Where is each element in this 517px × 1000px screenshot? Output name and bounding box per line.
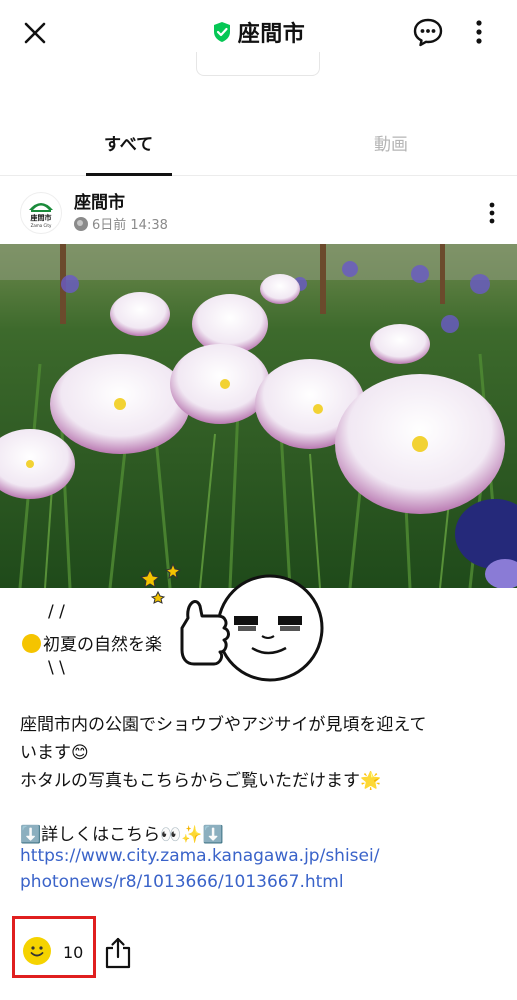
decoration-bottom: \ \ — [48, 658, 65, 678]
body-line-2: います😊 — [20, 743, 89, 763]
more-options-button[interactable] — [464, 14, 494, 50]
shield-check-icon — [213, 22, 230, 42]
avatar[interactable]: 座間市 Zama City — [20, 192, 62, 234]
reaction-count: 10 — [63, 943, 84, 962]
chat-button[interactable] — [410, 14, 446, 50]
laughing-face-icon — [22, 634, 41, 653]
city-logo-icon — [29, 203, 53, 212]
tab-bar: すべて 動画 — [0, 112, 517, 176]
page-title: 座間市 — [237, 22, 306, 47]
body-line-3: ホタルの写真もこちらからご覧いただけます🌟 — [20, 771, 382, 791]
post-link-line-1[interactable]: https://www.city.zama.kanagawa.jp/shisei… — [20, 846, 379, 866]
share-icon — [105, 937, 131, 969]
avatar-sublabel: Zama City — [30, 223, 52, 228]
post-time: 6日前 14:38 — [92, 218, 168, 233]
tab-all[interactable]: すべて — [104, 130, 153, 155]
active-tab-indicator — [86, 173, 172, 176]
more-vertical-icon — [476, 20, 482, 44]
post-more-button[interactable] — [480, 198, 504, 228]
share-button[interactable] — [104, 936, 132, 970]
globe-icon — [74, 216, 88, 231]
smiley-face-glyph — [30, 946, 44, 957]
reaction-button[interactable]: 10 — [12, 916, 96, 978]
post-link-line-2[interactable]: photonews/r8/1013666/1013667.html — [20, 872, 344, 892]
details-line: ⬇️詳しくはこちら👀✨⬇️ — [20, 825, 224, 845]
sticker-image-icon — [139, 562, 324, 682]
avatar-label: 座間市 — [30, 214, 52, 222]
post-author[interactable]: 座間市 — [74, 188, 125, 213]
moon-thumbs-up-sticker — [139, 560, 340, 700]
post-photo[interactable] — [0, 244, 517, 588]
body-line-1: 座間市内の公園でショウブやアジサイが見頃を迎えて — [20, 715, 427, 735]
post-meta: 6日前 14:38 — [74, 214, 168, 233]
more-vertical-icon — [489, 202, 495, 224]
chat-bubble-icon — [413, 18, 443, 47]
header-tab-handle — [196, 52, 320, 76]
iris-flowers-photo — [0, 244, 517, 588]
decoration-top: / / — [48, 602, 65, 622]
tab-video[interactable]: 動画 — [374, 130, 408, 155]
headline-line: 初夏の自然を楽 — [22, 630, 162, 655]
smiley-icon — [23, 937, 51, 965]
headline-text: 初夏の自然を楽 — [43, 635, 162, 655]
post-header: 座間市 Zama City 座間市 6日前 14:38 — [0, 178, 517, 244]
